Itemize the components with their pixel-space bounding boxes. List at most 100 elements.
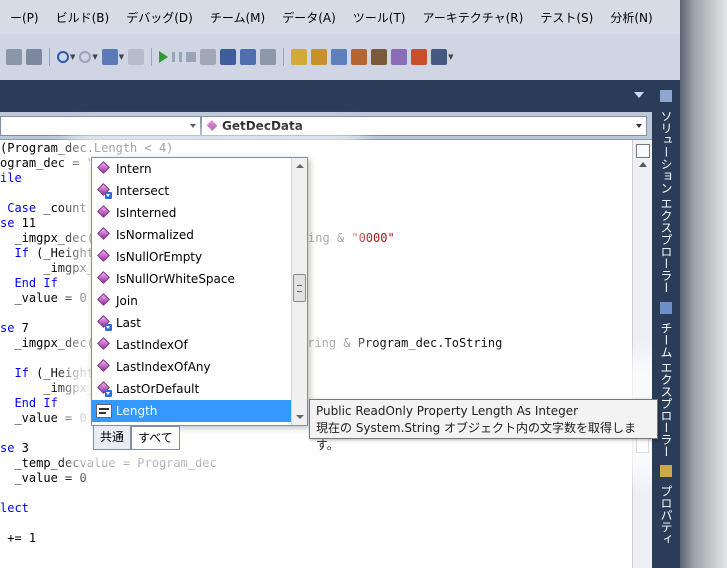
menu-data[interactable]: データ(A) [274,9,345,26]
method-icon [96,227,112,243]
chevron-down-icon[interactable]: ▼ [92,53,97,61]
code-line: If (_Height [0,366,94,380]
completion-item[interactable]: IsInterned [92,202,291,224]
redo-icon[interactable] [79,51,92,63]
menu-bar: ー(P) ビルド(B) デバッグ(D) チーム(M) データ(A) ツール(T)… [0,0,680,34]
bookmark-icon[interactable] [220,49,237,65]
member-combo-value: GetDecData [222,119,303,133]
completion-item-label: IsNullOrWhiteSpace [116,272,235,286]
completion-item-label: IsNormalized [116,228,194,242]
type-combo[interactable] [0,116,201,136]
menu-test[interactable]: テスト(S) [532,9,602,26]
object-browser-icon[interactable] [351,49,368,65]
completion-item[interactable]: LastOrDefault [92,378,291,400]
navigate-icon[interactable] [101,49,118,65]
menu-debug[interactable]: デバッグ(D) [118,9,202,26]
settings-icon[interactable] [431,49,448,65]
menu-project[interactable]: ー(P) [2,9,48,26]
server-icon[interactable] [411,49,428,65]
step-icon[interactable] [200,49,217,65]
completion-item[interactable]: LastIndexOfAny [92,356,291,378]
undo-icon[interactable] [57,51,69,63]
toolbar-separator [49,48,50,66]
menu-build[interactable]: ビルド(B) [48,9,119,26]
completion-item[interactable]: IsNullOrWhiteSpace [92,268,291,290]
tab-common[interactable]: 共通 [93,426,132,450]
code-line: _value = 0 [0,411,87,425]
quick-info-tooltip: Public ReadOnly Property Length As Integ… [309,399,658,452]
completion-item-label: LastIndexOfAny [116,360,211,374]
completion-item-label: Intern [116,162,152,176]
document-tab-strip [0,80,652,112]
method-icon [96,249,112,265]
completion-item[interactable]: IsNullOrEmpty [92,246,291,268]
completion-item[interactable]: LastIndexOf [92,334,291,356]
completion-item[interactable]: Last [92,312,291,334]
split-handle[interactable] [636,144,650,158]
code-line: End If [0,276,58,290]
editor-scrollbar[interactable] [632,140,652,568]
member-combo[interactable]: GetDecData [201,116,647,136]
scroll-up-icon[interactable] [639,162,647,167]
extension-method-icon [96,381,112,397]
completion-item[interactable]: IsNormalized [92,224,291,246]
navigation-bar: GetDecData [0,112,652,140]
properties-icon[interactable] [331,49,348,65]
intellisense-filter-tabs: 共通 すべて [93,426,180,450]
window-icon[interactable] [128,49,145,65]
chevron-down-icon[interactable]: ▼ [448,53,453,61]
tab-team-explorer[interactable]: チーム エクスプローラー [656,302,676,458]
code-line: se 3 [0,441,29,455]
tooltip-description: 現在の System.String オブジェクト内の文字数を取得します。 [316,421,637,452]
extension-icon[interactable] [391,49,408,65]
side-dock: ソリューション エクスプローラー チーム エクスプローラー プロパティ [652,80,680,568]
code-line: If (_Height [0,246,94,260]
property-icon [96,404,112,418]
completion-item-selected[interactable]: Length [92,400,291,422]
menu-analyze[interactable]: 分析(N) [602,9,661,26]
outdent-icon[interactable] [26,49,42,65]
tab-all[interactable]: すべて [131,426,180,450]
indent-icon[interactable] [6,49,22,65]
method-icon [206,120,218,131]
menu-team[interactable]: チーム(M) [202,9,274,26]
uncomment-icon[interactable] [260,49,277,65]
intellisense-list[interactable]: Intern Intersect IsInterned IsNormalized IsN… [91,157,308,426]
method-icon [96,359,112,375]
solution-icon [660,90,672,102]
tooltip-signature: Public ReadOnly Property Length As Integ… [316,404,579,418]
scroll-up-icon[interactable] [296,164,304,168]
chevron-down-icon[interactable]: ▼ [119,53,124,61]
code-line: _value = 0 [0,471,87,485]
chevron-down-icon[interactable] [634,92,644,98]
code-line: Case _count [0,201,87,215]
completion-item[interactable]: Intern [92,158,291,180]
completion-item[interactable]: Join [92,290,291,312]
toolbox-icon[interactable] [371,49,388,65]
intellisense-scrollbar[interactable] [291,158,307,425]
start-debug-icon[interactable] [159,51,169,63]
completion-item-label: Last [116,316,141,330]
team-icon [660,302,672,314]
find-icon[interactable] [291,49,308,65]
toolbar-separator [151,48,153,66]
explorer-icon[interactable] [311,49,328,65]
completion-item-label: Join [116,294,138,308]
properties-icon [660,465,672,477]
extension-method-icon [96,183,112,199]
tab-solution-explorer[interactable]: ソリューション エクスプローラー [656,90,676,294]
tab-properties[interactable]: プロパティ [656,465,676,545]
method-icon [96,337,112,353]
scroll-down-icon[interactable] [296,415,304,419]
code-line: lect [0,501,29,515]
completion-item-label: IsNullOrEmpty [116,250,203,264]
scroll-thumb[interactable] [293,274,306,302]
pause-icon[interactable] [172,52,183,62]
completion-item[interactable]: Intersect [92,180,291,202]
code-line: _value = 0 [0,291,87,305]
comment-icon[interactable] [240,49,257,65]
stop-icon[interactable] [186,52,197,62]
chevron-down-icon[interactable]: ▼ [70,53,75,61]
menu-tools[interactable]: ツール(T) [345,9,415,26]
menu-architecture[interactable]: アーキテクチャ(R) [414,9,532,26]
